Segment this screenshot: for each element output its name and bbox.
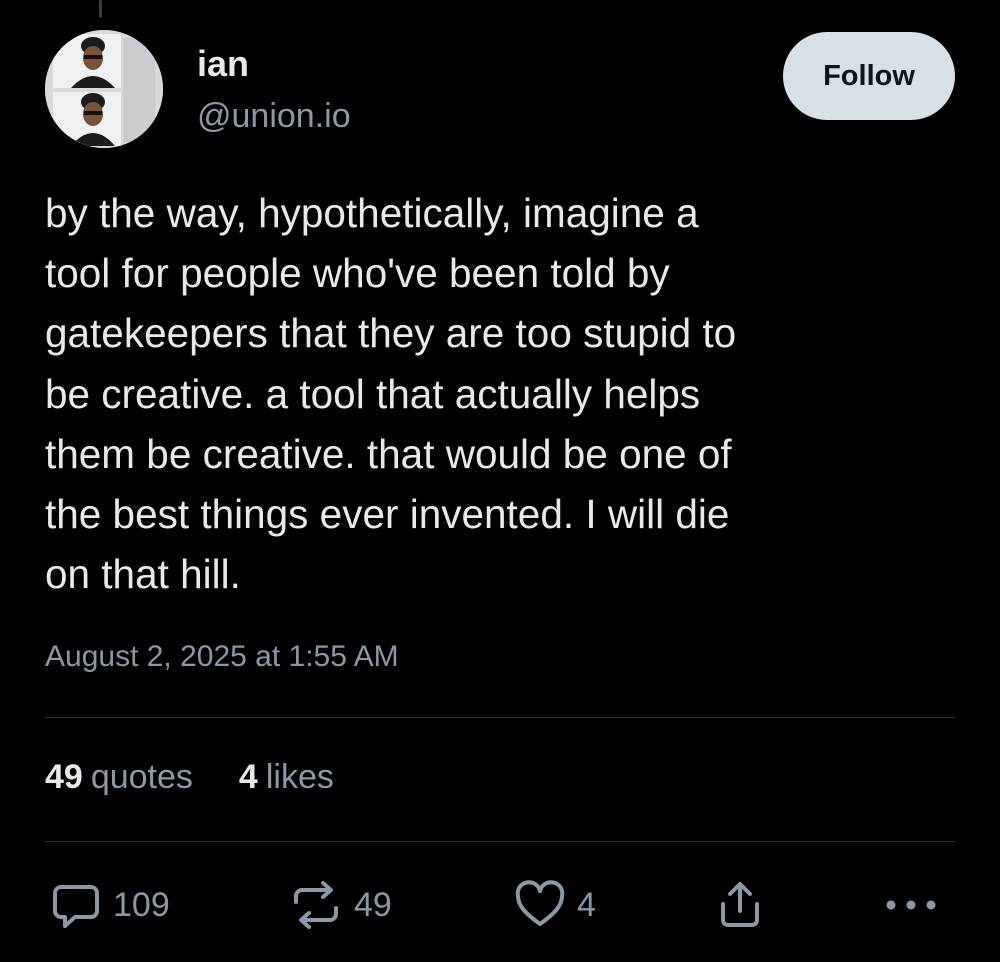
quotes-label: quotes — [90, 758, 193, 796]
avatar[interactable] — [45, 30, 163, 148]
like-button[interactable]: 4 — [515, 880, 596, 930]
engagement-stats: 49 quotes 4 likes — [45, 758, 334, 797]
reply-icon — [51, 880, 101, 930]
repost-icon — [290, 880, 342, 930]
action-bar: 109 49 4 — [45, 880, 955, 940]
repost-count: 49 — [354, 885, 392, 924]
quotes-count: 49 — [45, 758, 83, 796]
share-button[interactable] — [717, 880, 763, 930]
share-icon — [717, 880, 763, 930]
more-options-button[interactable] — [883, 880, 939, 930]
more-icon — [883, 880, 939, 930]
follow-button[interactable]: Follow — [783, 32, 955, 120]
thread-connector-line — [99, 0, 102, 18]
reply-count: 109 — [113, 885, 170, 924]
likes-label: likes — [265, 758, 334, 796]
post-header: ian @union.io Follow — [45, 30, 955, 150]
repost-button[interactable]: 49 — [290, 880, 392, 930]
post-text: by the way, hypothetically, imagine a to… — [45, 190, 737, 598]
likes-count: 4 — [238, 758, 258, 796]
author-handle[interactable]: @union.io — [197, 97, 351, 135]
likes-stat[interactable]: 4 likes — [239, 758, 334, 797]
divider — [45, 841, 955, 842]
avatar-photo — [45, 30, 163, 148]
heart-icon — [515, 880, 565, 930]
reply-button[interactable]: 109 — [51, 880, 170, 930]
author-display-name[interactable]: ian — [197, 44, 351, 84]
like-count: 4 — [577, 885, 596, 924]
post-timestamp[interactable]: August 2, 2025 at 1:55 AM — [45, 640, 399, 674]
divider — [45, 717, 955, 718]
quotes-stat[interactable]: 49 quotes — [45, 758, 193, 797]
author-names: ian @union.io — [197, 44, 351, 135]
